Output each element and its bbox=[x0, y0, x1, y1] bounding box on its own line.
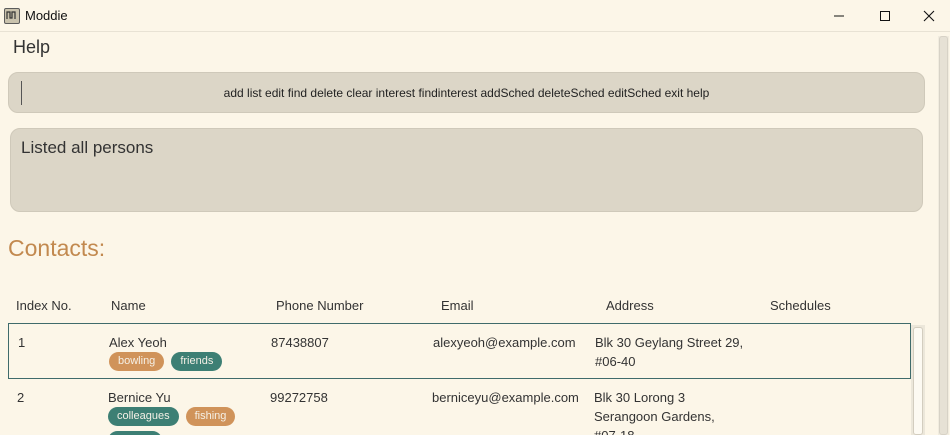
title-bar: Moddie bbox=[0, 0, 950, 32]
header-address: Address bbox=[606, 298, 654, 313]
minimize-button[interactable] bbox=[816, 0, 862, 31]
close-button[interactable] bbox=[906, 0, 950, 31]
tag-badge: fishing bbox=[185, 407, 236, 426]
contact-index: 2 bbox=[17, 390, 25, 405]
contact-list[interactable]: 1 Alex Yeoh bowling friends 87438807 ale… bbox=[8, 323, 918, 435]
contact-row[interactable]: 2 Bernice Yu colleagues fishing 99272758… bbox=[8, 379, 911, 435]
header-name: Name bbox=[111, 298, 146, 313]
contact-address-line: #06-40 bbox=[595, 354, 636, 369]
header-schedules: Schedules bbox=[770, 298, 831, 313]
contact-list-scrollbar[interactable] bbox=[911, 325, 925, 435]
command-placeholder: add list edit find delete clear interest… bbox=[223, 86, 710, 100]
contact-row[interactable]: 1 Alex Yeoh bowling friends 87438807 ale… bbox=[8, 323, 911, 379]
tag-list: bowling friends bbox=[109, 352, 223, 371]
minimize-icon bbox=[834, 15, 844, 16]
contact-email: alexyeoh@example.com bbox=[433, 335, 576, 350]
window-scrollbar[interactable] bbox=[938, 36, 949, 435]
tag-badge: colleagues bbox=[108, 407, 179, 426]
contacts-title: Contacts: bbox=[8, 235, 106, 261]
result-message: Listed all persons bbox=[21, 138, 154, 157]
contact-email: berniceyu@example.com bbox=[432, 390, 579, 405]
maximize-button[interactable] bbox=[862, 0, 908, 31]
close-icon bbox=[923, 10, 935, 21]
header-index: Index No. bbox=[16, 298, 72, 313]
contact-index: 1 bbox=[18, 335, 26, 350]
contact-name: Alex Yeoh bbox=[109, 335, 167, 350]
window-title: Moddie bbox=[25, 8, 68, 23]
tag-badge: friends bbox=[171, 352, 223, 371]
maximize-icon bbox=[880, 10, 890, 21]
contact-phone: 87438807 bbox=[271, 335, 329, 350]
help-menu[interactable]: Help bbox=[13, 37, 50, 58]
window-scrollbar-thumb[interactable] bbox=[939, 36, 948, 435]
result-display: Listed all persons bbox=[10, 128, 923, 212]
contact-address-line: Serangoon Gardens, bbox=[594, 409, 715, 424]
header-phone: Phone Number bbox=[276, 298, 364, 313]
contact-phone: 99272758 bbox=[270, 390, 328, 405]
tag-badge: bowling bbox=[109, 352, 165, 371]
header-email: Email bbox=[441, 298, 474, 313]
app-logo-icon bbox=[4, 8, 20, 24]
tag-badge-partial bbox=[108, 431, 162, 435]
contact-name: Bernice Yu bbox=[108, 390, 171, 405]
command-input[interactable]: add list edit find delete clear interest… bbox=[8, 72, 925, 113]
contact-address-line: #07-18 bbox=[594, 426, 634, 435]
contact-list-scrollbar-thumb[interactable] bbox=[913, 327, 923, 435]
contact-address-line: Blk 30 Lorong 3 bbox=[594, 390, 686, 405]
tag-list: colleagues fishing bbox=[108, 407, 236, 426]
contact-address-line: Blk 30 Geylang Street 29, bbox=[595, 335, 744, 350]
